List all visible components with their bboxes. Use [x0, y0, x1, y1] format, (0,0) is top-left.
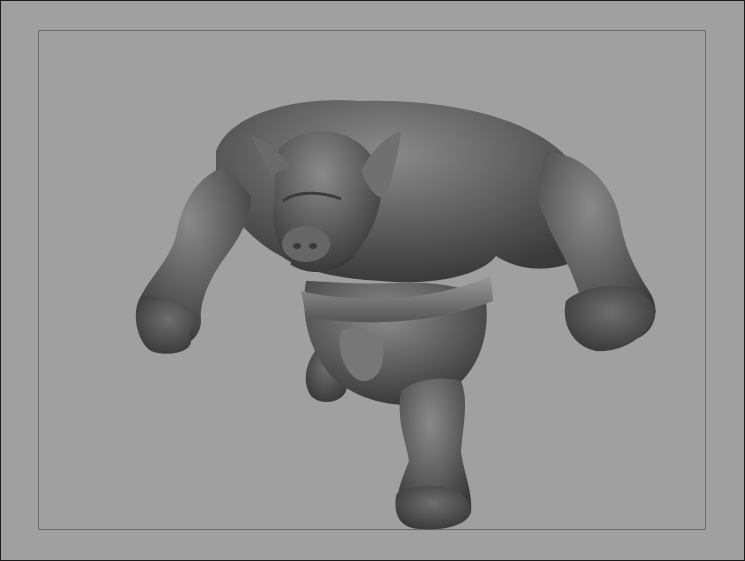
nostril-left: [293, 243, 301, 249]
nostril-right: [309, 243, 317, 249]
snout: [282, 226, 330, 262]
right-hand: [564, 286, 656, 352]
3d-viewport[interactable]: [0, 0, 745, 561]
pig-orc-model[interactable]: [1, 1, 744, 560]
